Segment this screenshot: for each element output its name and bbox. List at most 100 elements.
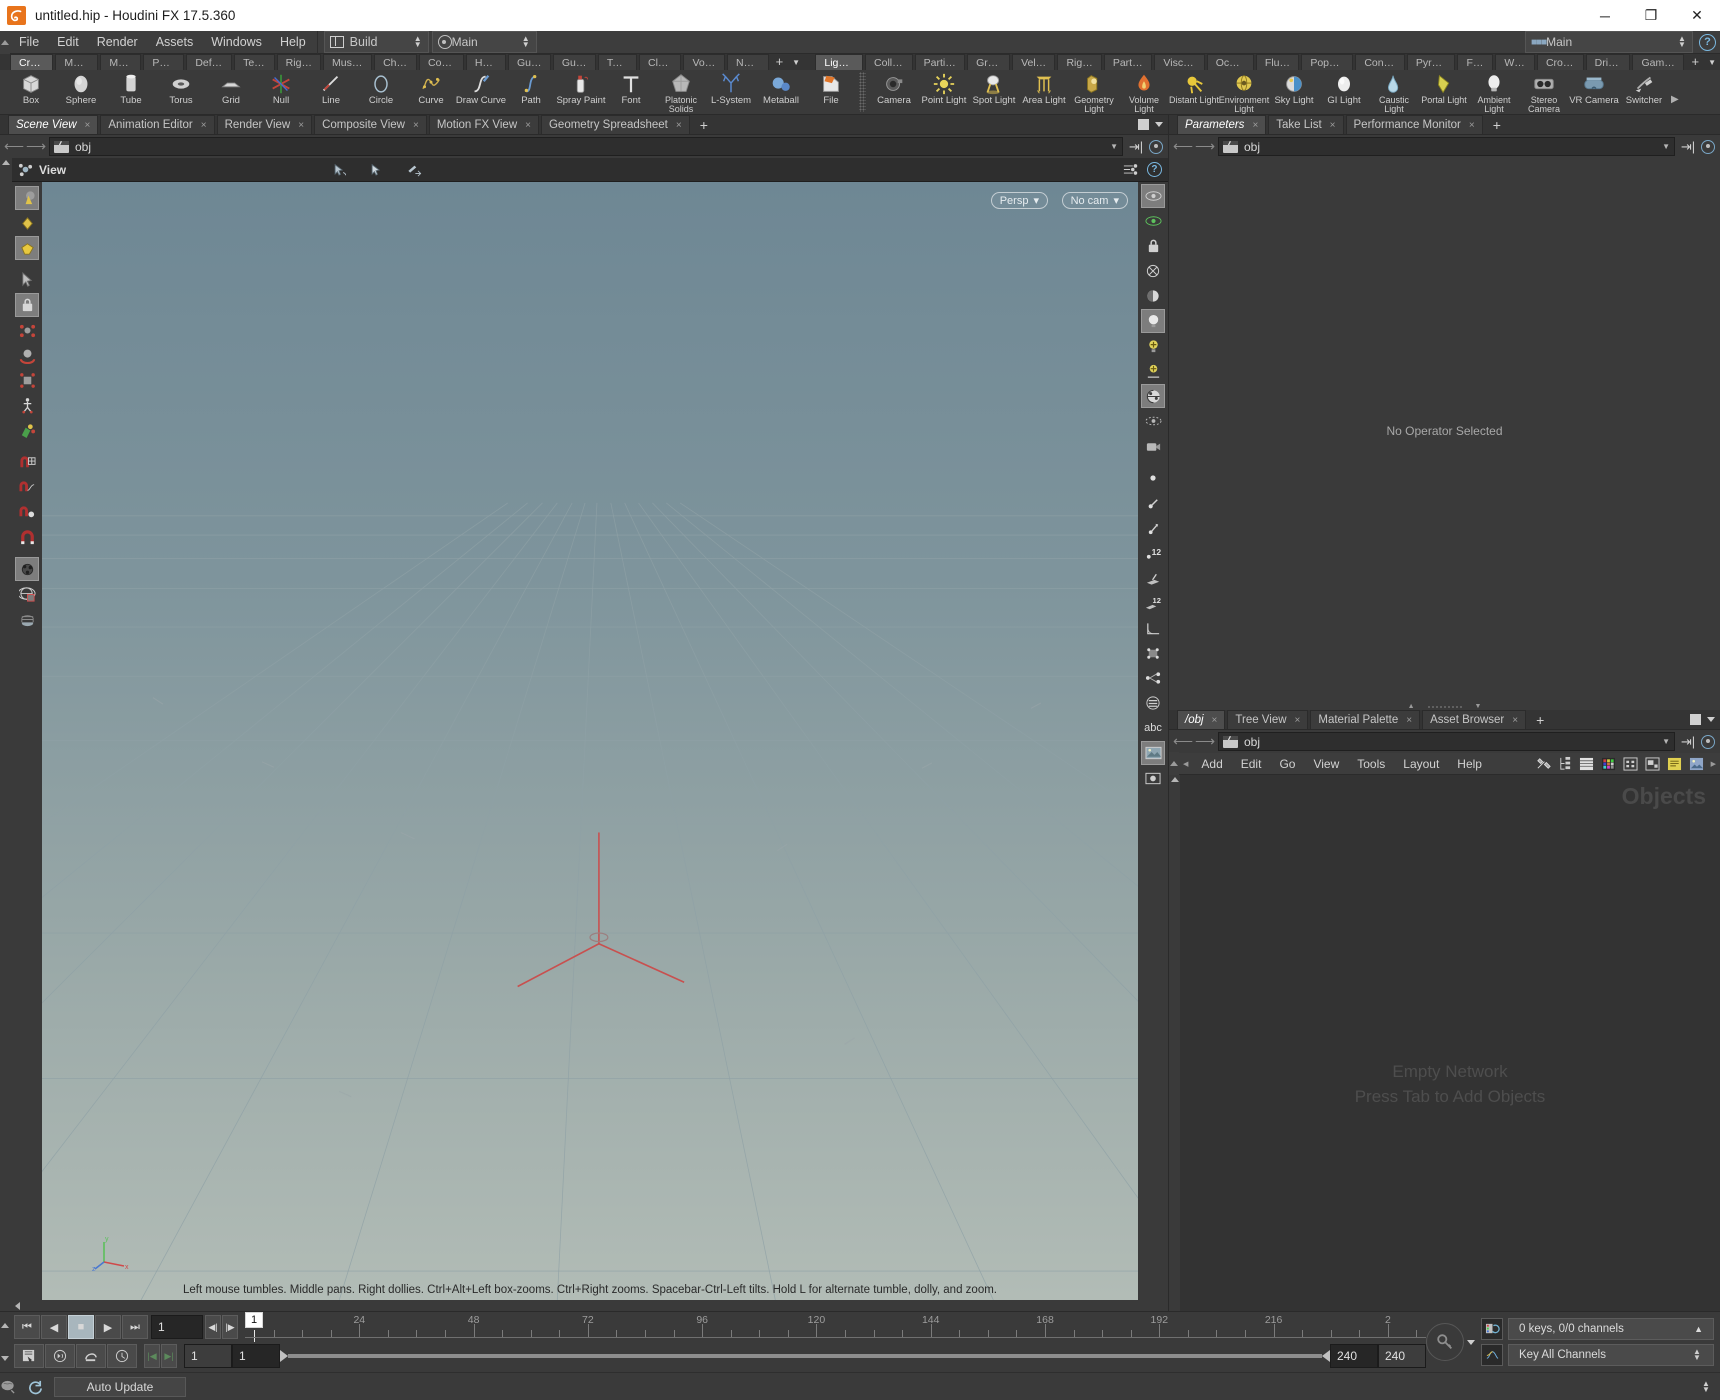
persp-dropdown[interactable]: Persp ▾: [990, 192, 1048, 209]
menu-file[interactable]: File: [10, 31, 48, 54]
menu-render[interactable]: Render: [88, 31, 147, 54]
shelf-tool-torus[interactable]: Torus: [156, 70, 206, 114]
network-note-icon[interactable]: [1667, 757, 1682, 771]
shelf-tab-left-5[interactable]: Text...: [234, 54, 275, 70]
refresh-icon[interactable]: [27, 1379, 44, 1395]
network-snapshot-icon[interactable]: [1645, 756, 1660, 771]
network-left-scroll[interactable]: [1169, 775, 1180, 1311]
timeline-down-icon[interactable]: [1, 1356, 9, 1361]
tab-close-icon[interactable]: ×: [413, 120, 419, 131]
pane-splitter[interactable]: ▲ ▼: [1169, 703, 1720, 710]
network-tab-asset-browser[interactable]: Asset Browser ×: [1422, 710, 1527, 729]
range-track[interactable]: [288, 1354, 1322, 1358]
network-image-icon[interactable]: [1689, 757, 1704, 771]
network-tab-tree-view[interactable]: Tree View ×: [1227, 710, 1309, 729]
tab-close-icon[interactable]: ×: [525, 120, 531, 131]
angle-measure-icon[interactable]: [1141, 616, 1165, 640]
shelf-tool-metaball[interactable]: Metaball: [756, 70, 806, 114]
shelf-tab-left-13[interactable]: Terr...: [597, 54, 637, 70]
shelf-tab-right-7[interactable]: Viscou...: [1154, 54, 1205, 70]
scroll-up-icon[interactable]: [2, 160, 10, 165]
net-path-dropdown-icon[interactable]: ▼: [1662, 737, 1670, 746]
ghost-eye-icon[interactable]: [1141, 209, 1165, 233]
prim-normal-icon[interactable]: [1141, 566, 1165, 590]
arrow-cursor-icon[interactable]: [15, 268, 39, 292]
viewport-horizontal-scroll[interactable]: [12, 1300, 1168, 1311]
parameters-add-tab-button[interactable]: +: [1485, 115, 1509, 134]
net-target-icon[interactable]: [1701, 734, 1715, 749]
soft-transform-icon[interactable]: [15, 557, 39, 581]
shelf-tool-volume-light[interactable]: Volume Light: [1119, 70, 1169, 114]
lighting-bulb-icon[interactable]: [1141, 309, 1165, 333]
timeline-up-icon[interactable]: [1, 1323, 9, 1328]
auto-update-spinner-icon[interactable]: ▲ ▼: [1700, 1379, 1712, 1393]
tab-close-icon[interactable]: ×: [1512, 715, 1518, 726]
prim-number-icon[interactable]: 12: [1141, 591, 1165, 615]
viewport-canvas[interactable]: Persp ▾ No cam ▾ y x z Left mouse tumble…: [42, 182, 1138, 1300]
key-all-channels-selector[interactable]: Key All Channels ▲ ▼: [1508, 1344, 1714, 1366]
menu-edit[interactable]: Edit: [48, 31, 88, 54]
shelf-tab-right-14[interactable]: Wires: [1495, 54, 1535, 70]
network-toolbar-more-icon[interactable]: ▶: [1711, 760, 1716, 768]
shelf-add-tab-right[interactable]: +: [1686, 54, 1704, 70]
paint-tool-icon[interactable]: [15, 418, 39, 442]
camera-view-icon[interactable]: [1141, 434, 1165, 458]
scene-view-tab-render-view[interactable]: Render View ×: [216, 115, 313, 134]
shelf-tool-null[interactable]: Null: [256, 70, 306, 114]
shelf-tool-l-system[interactable]: L-System: [706, 70, 756, 114]
shelf-tab-right-4[interactable]: Vellum: [1012, 54, 1056, 70]
range-end-field[interactable]: 240: [1330, 1344, 1378, 1368]
shelf-tab-left-8[interactable]: Char...: [374, 54, 418, 70]
shelf-tool-font[interactable]: Font: [606, 70, 656, 114]
background-image-icon[interactable]: [1141, 741, 1165, 765]
maximize-button[interactable]: ❐: [1628, 0, 1674, 31]
shelf-tool-spray-paint[interactable]: Spray Paint: [556, 70, 606, 114]
shelf-tab-right-6[interactable]: Particl...: [1103, 54, 1153, 70]
network-menu-view[interactable]: View: [1304, 753, 1348, 775]
keys-spinner-icon[interactable]: ▲: [1694, 1324, 1703, 1334]
parameters-tab-take-list[interactable]: Take List ×: [1268, 115, 1344, 134]
set-key-dropdown-icon[interactable]: [1467, 1339, 1475, 1345]
shelf-tool-platonic-solids[interactable]: Platonic Solids: [656, 70, 706, 114]
shelf-tab-right-17[interactable]: Game D...: [1632, 54, 1685, 70]
shelf-tool-point-light[interactable]: Point Light: [919, 70, 969, 114]
net-back-icon[interactable]: ⟵: [1173, 733, 1193, 751]
scene-view-tab-geometry-spreadsheet[interactable]: Geometry Spreadsheet ×: [540, 115, 690, 134]
tumble-cursor-icon[interactable]: [332, 163, 347, 177]
range-start-field-2[interactable]: 1: [232, 1344, 280, 1368]
step-prev-key-button[interactable]: ◀|: [205, 1315, 221, 1339]
display-lock-icon[interactable]: [1141, 234, 1165, 258]
param-forward-icon[interactable]: ⟶: [1195, 138, 1215, 156]
globe-snap-icon[interactable]: [15, 582, 39, 606]
shelf-tab-right-2[interactable]: Particles: [914, 54, 966, 70]
network-tree-icon[interactable]: [1558, 756, 1572, 771]
abc-label-icon[interactable]: abc: [1141, 716, 1165, 740]
shelf-tool-switcher[interactable]: Switcher: [1619, 70, 1669, 114]
close-button[interactable]: ✕: [1674, 0, 1720, 31]
snap-point-icon[interactable]: [15, 500, 39, 524]
network-menu-go[interactable]: Go: [1270, 753, 1304, 775]
build-desktop-selector[interactable]: Build ▲ ▼: [323, 31, 429, 53]
snap-grid-icon[interactable]: [15, 450, 39, 474]
jump-to-end-button[interactable]: ⏭: [122, 1315, 148, 1339]
desktop-spinner-icon[interactable]: ▲ ▼: [1676, 35, 1688, 49]
tab-close-icon[interactable]: ×: [1295, 715, 1301, 726]
pane-menu-icon[interactable]: [1155, 122, 1163, 127]
build-spinner-icon[interactable]: ▲ ▼: [412, 35, 424, 49]
network-menu-help[interactable]: Help: [1448, 753, 1491, 775]
maximize-pane-icon[interactable]: [1138, 119, 1149, 130]
scene-view-tab-scene-view[interactable]: Scene View ×: [8, 115, 99, 134]
move-tool-icon[interactable]: [15, 318, 39, 342]
shelf-tool-area-light[interactable]: Area Light: [1019, 70, 1069, 114]
shading-sphere-icon[interactable]: [1141, 284, 1165, 308]
shelf-tab-left-12[interactable]: Guid...: [552, 54, 596, 70]
scene-view-tab-animation-editor[interactable]: Animation Editor ×: [100, 115, 215, 134]
stop-button[interactable]: ■: [68, 1315, 94, 1339]
viewport-swap-icon[interactable]: [406, 163, 423, 177]
scroll-left-icon[interactable]: [15, 1301, 20, 1310]
parameters-tab-parameters[interactable]: Parameters ×: [1177, 115, 1267, 134]
range-start-button[interactable]: |◀: [144, 1344, 160, 1368]
snap-curve-icon[interactable]: [15, 475, 39, 499]
parameters-path-field[interactable]: obj ▼: [1218, 137, 1675, 156]
shelf-tab-left-1[interactable]: Modify: [55, 54, 99, 70]
